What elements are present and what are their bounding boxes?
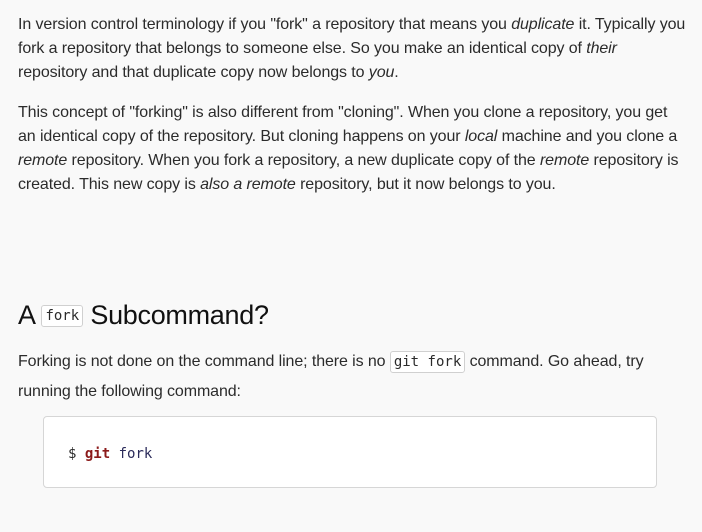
paragraph-no-fork-command: Forking is not done on the command line;… bbox=[18, 347, 686, 406]
section-heading: A fork Subcommand? bbox=[18, 297, 269, 334]
code-argument: fork bbox=[118, 446, 153, 462]
inline-code: git fork bbox=[389, 351, 466, 373]
inline-code: fork bbox=[41, 305, 84, 327]
emphasis-text: their bbox=[586, 40, 617, 57]
code-block: $ git fork bbox=[43, 416, 657, 488]
text-run: repository. When you fork a repository, … bbox=[67, 152, 540, 169]
emphasis-text: remote bbox=[539, 152, 590, 169]
shell-prompt: $ bbox=[68, 446, 77, 462]
text-run: Forking is not done on the command line;… bbox=[18, 353, 390, 370]
text-run: . bbox=[394, 64, 399, 81]
emphasis-text: you bbox=[368, 64, 395, 81]
paragraph-fork-vs-clone: This concept of "forking" is also differ… bbox=[18, 101, 686, 197]
code-line: $ git fork bbox=[68, 444, 152, 464]
text-run: repository, but it now belongs to you. bbox=[295, 176, 556, 193]
paragraph-fork-definition: In version control terminology if you "f… bbox=[18, 13, 686, 85]
code-command: git bbox=[84, 446, 111, 462]
heading-suffix: Subcommand? bbox=[90, 300, 269, 330]
text-run: repository and that duplicate copy now b… bbox=[18, 64, 369, 81]
article-body: In version control terminology if you "f… bbox=[18, 13, 686, 197]
emphasis-text: also a remote bbox=[200, 176, 296, 193]
text-run: In version control terminology if you "f… bbox=[18, 16, 512, 33]
emphasis-text: remote bbox=[18, 152, 68, 169]
emphasis-text: local bbox=[464, 128, 498, 145]
heading-prefix: A bbox=[18, 300, 35, 330]
text-run: machine and you clone a bbox=[497, 128, 678, 145]
emphasis-text: duplicate bbox=[511, 16, 575, 33]
